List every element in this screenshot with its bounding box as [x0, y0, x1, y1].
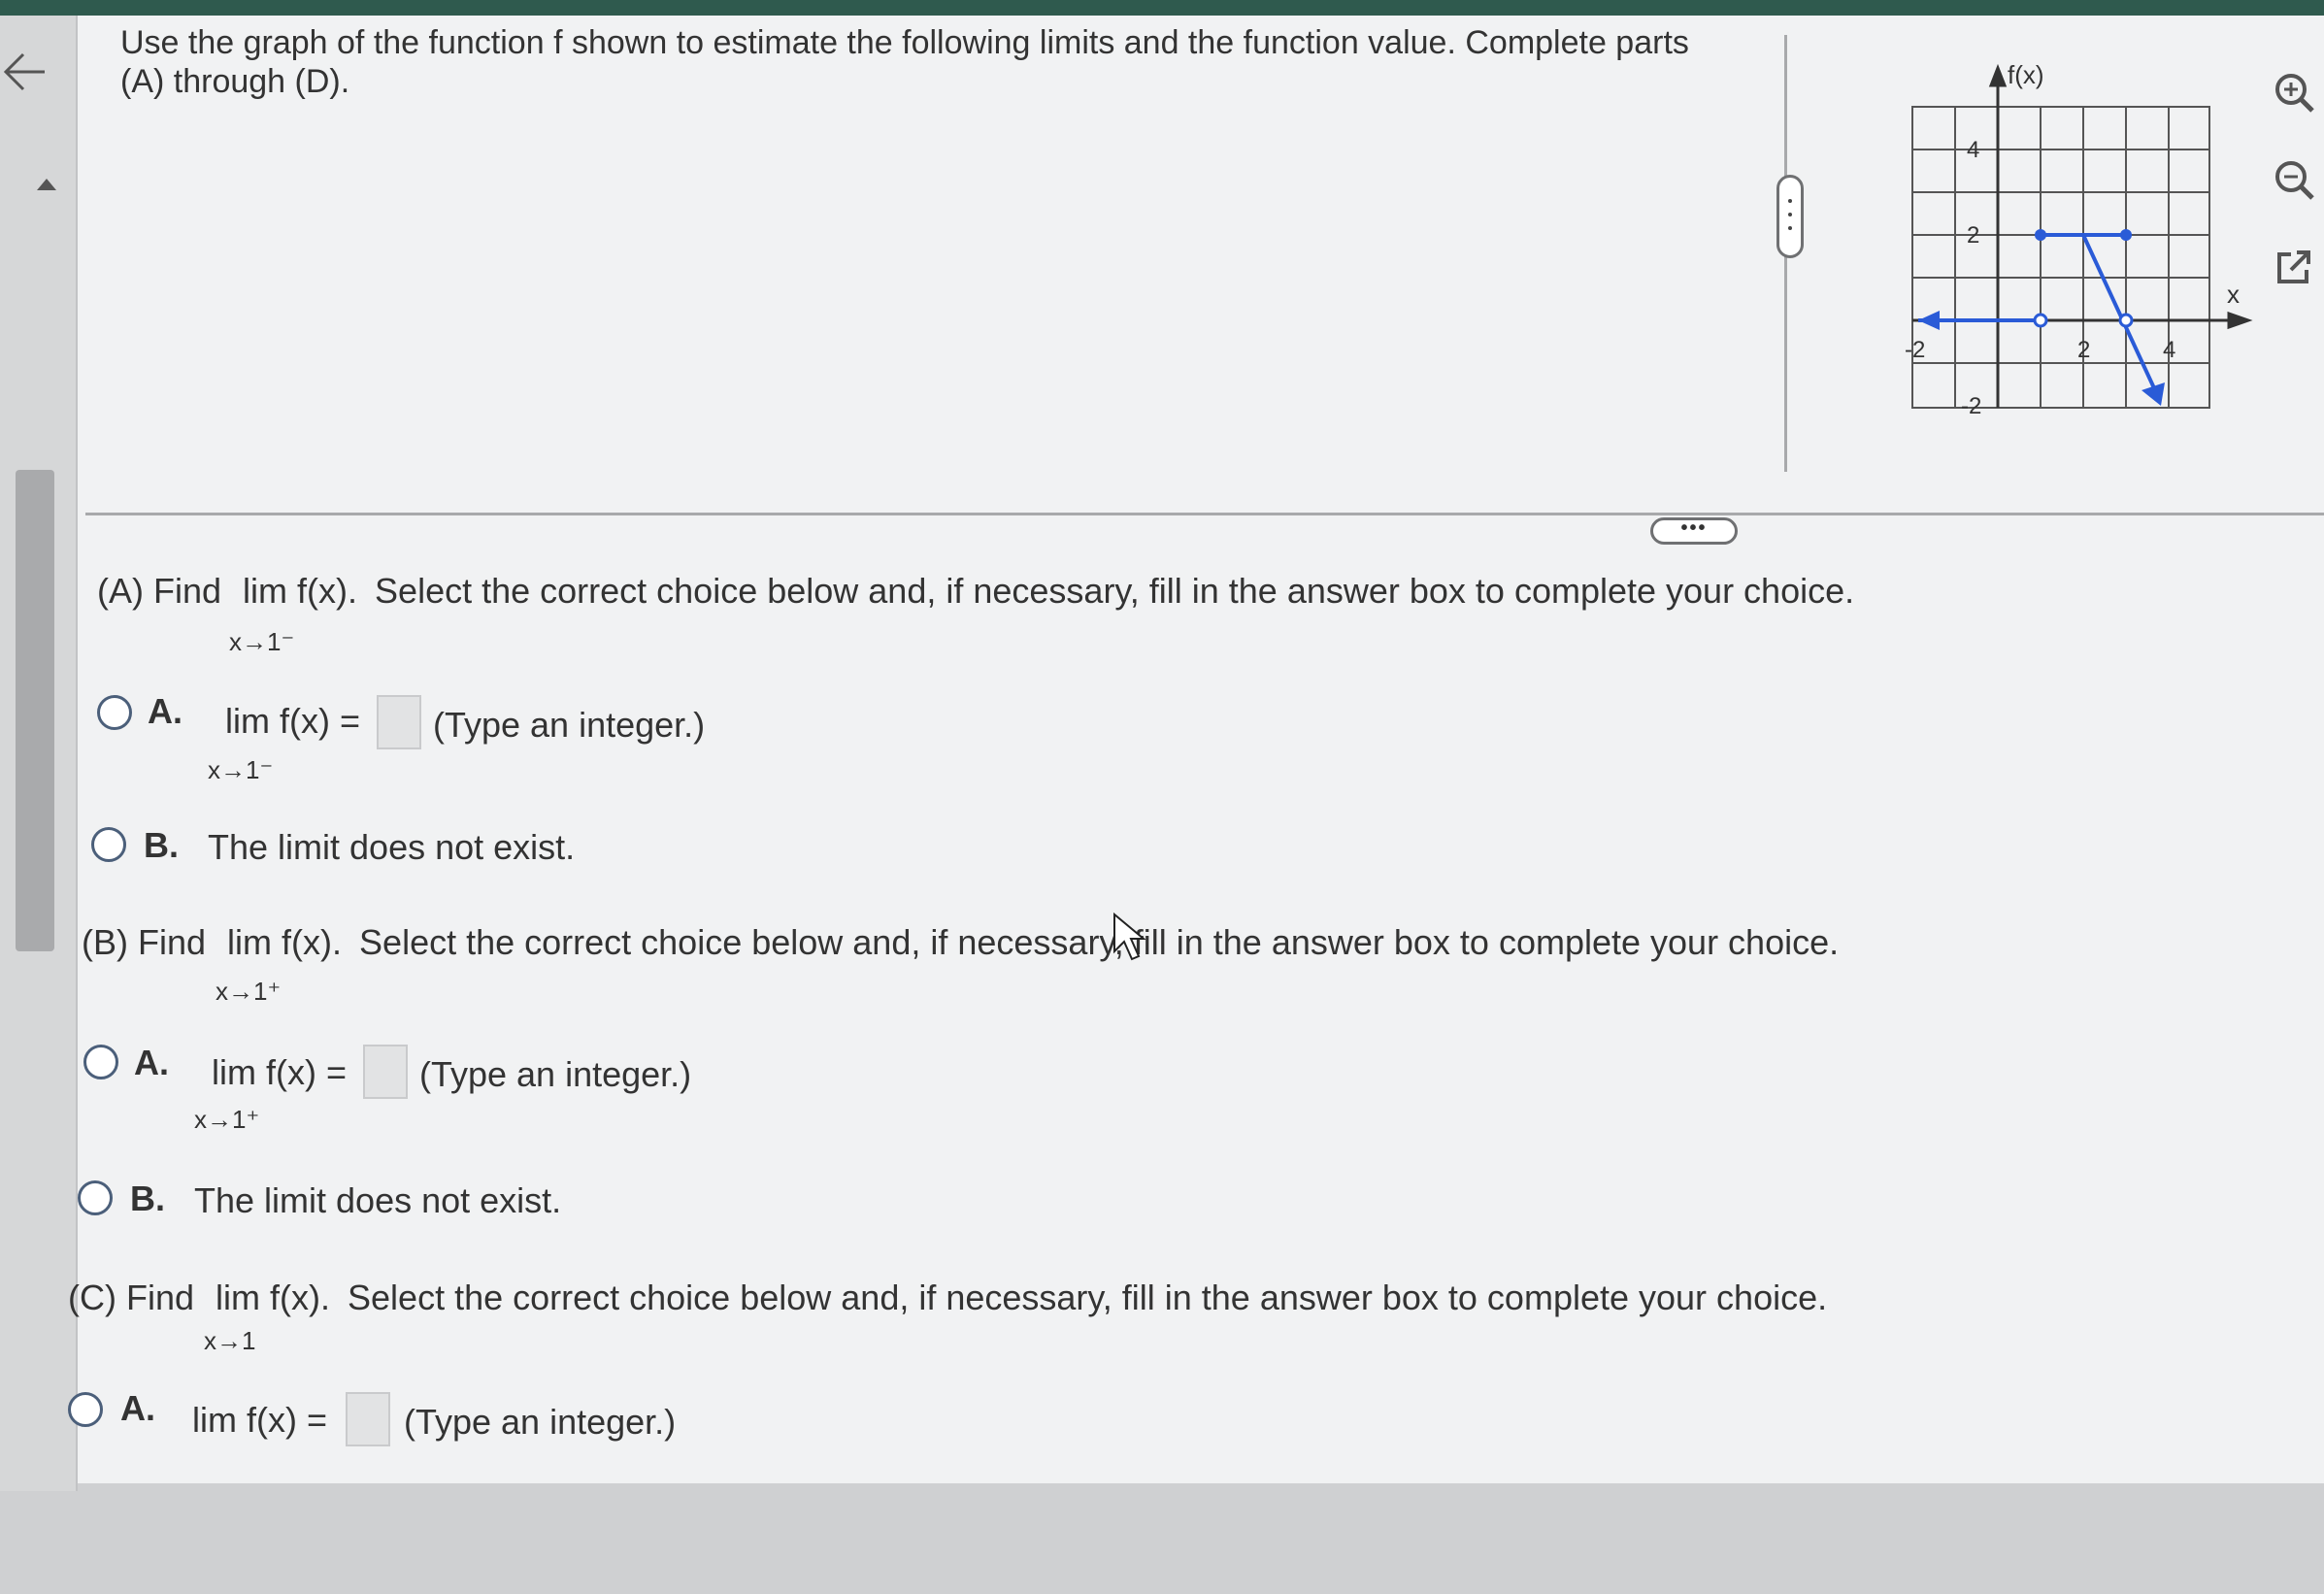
part-b-instruction: Select the correct choice below and, if … [359, 922, 1840, 962]
part-a-choice-b-radio[interactable] [91, 827, 126, 862]
part-b-subscript: x→1⁺ [216, 977, 282, 1006]
part-a-choice-a-letter: A. [148, 691, 183, 731]
part-b-prompt: (B) Find lim f(x). Select the correct ch… [82, 922, 1839, 963]
part-c-choice-a-hint: (Type an integer.) [404, 1402, 677, 1442]
mouse-cursor-icon [1113, 913, 1145, 961]
part-c-label: (C) Find [68, 1278, 195, 1317]
top-bar [0, 0, 2324, 16]
y-axis-label: f(x) [2008, 60, 2044, 89]
horizontal-divider [85, 513, 2324, 515]
vertical-resize-handle[interactable] [1776, 175, 1804, 258]
part-b-choice-b-radio[interactable] [78, 1180, 113, 1215]
part-a-choice-a-hint: (Type an integer.) [433, 705, 706, 745]
x-tick-label: 4 [2163, 337, 2175, 363]
function-curve [1918, 233, 2157, 391]
open-point [2033, 313, 2048, 328]
part-b-choice-a-letter: A. [134, 1043, 169, 1082]
x-tick-label: -2 [1905, 337, 1925, 363]
part-a-subscript: x→1⁻ [229, 627, 295, 656]
x-tick-label: 2 [2077, 337, 2090, 363]
popout-icon[interactable] [2272, 247, 2314, 289]
bottom-band [0, 1483, 2324, 1594]
function-graph: f(x) x 4 2 -2 -2 2 4 [1905, 60, 2253, 419]
part-b-choice-a-lim: lim f(x) = [212, 1052, 347, 1092]
part-a-lim: lim f(x). [243, 571, 358, 611]
zoom-in-icon[interactable] [2272, 70, 2314, 113]
part-b-lim: lim f(x). [227, 922, 343, 962]
part-c-answer-box[interactable] [346, 1392, 390, 1446]
part-c-choice-a-lim: lim f(x) = [192, 1400, 327, 1440]
zoom-out-icon[interactable] [2272, 157, 2314, 200]
part-c-instruction: Select the correct choice below and, if … [348, 1278, 1828, 1317]
part-c-prompt: (C) Find lim f(x). Select the correct ch… [68, 1278, 1827, 1318]
left-scroll-rail[interactable] [0, 16, 78, 1491]
part-b-choice-a-radio[interactable] [83, 1045, 118, 1079]
part-a-answer-box[interactable] [377, 695, 421, 749]
part-b-label: (B) Find [82, 922, 207, 962]
horizontal-resize-handle[interactable]: ••• [1650, 517, 1738, 545]
scroll-up-icon[interactable] [37, 179, 56, 190]
part-b-choice-b-letter: B. [130, 1179, 165, 1218]
part-c-lim: lim f(x). [216, 1278, 330, 1317]
part-b-choice-b-text: The limit does not exist. [194, 1180, 562, 1220]
part-a-choice-b-text: The limit does not exist. [208, 827, 576, 867]
part-b-answer-box[interactable] [363, 1045, 408, 1099]
part-a-label: (A) Find [97, 571, 222, 611]
scrollbar-thumb[interactable] [16, 470, 54, 951]
question-text: Use the graph of the function f shown to… [120, 24, 1689, 100]
closed-point [2120, 229, 2132, 241]
y-tick-label: -2 [1961, 393, 1981, 419]
part-c-choice-a-letter: A. [120, 1388, 155, 1428]
part-a-choice-a-radio[interactable] [97, 695, 132, 730]
part-a-prompt: (A) Find lim f(x). Select the correct ch… [97, 571, 1854, 612]
part-a-choice-b-letter: B. [144, 825, 179, 865]
x-axis-label: x [2227, 280, 2240, 309]
part-c-choice-a-radio[interactable] [68, 1392, 103, 1427]
open-point [2118, 313, 2134, 328]
part-a-instruction: Select the correct choice below and, if … [375, 571, 1855, 611]
back-arrow-icon[interactable] [0, 43, 58, 101]
part-b-choice-a-subscript: x→1⁺ [194, 1105, 260, 1134]
part-a-choice-a-subscript: x→1⁻ [208, 755, 274, 784]
closed-point [2035, 229, 2046, 241]
part-a-choice-a-lim: lim f(x) = [225, 701, 360, 741]
part-c-subscript: x→1 [204, 1326, 256, 1355]
y-tick-label: 2 [1967, 222, 1979, 249]
left-arrow-head [1918, 311, 1940, 330]
part-b-choice-a-hint: (Type an integer.) [419, 1054, 692, 1094]
y-tick-label: 4 [1967, 137, 1979, 163]
